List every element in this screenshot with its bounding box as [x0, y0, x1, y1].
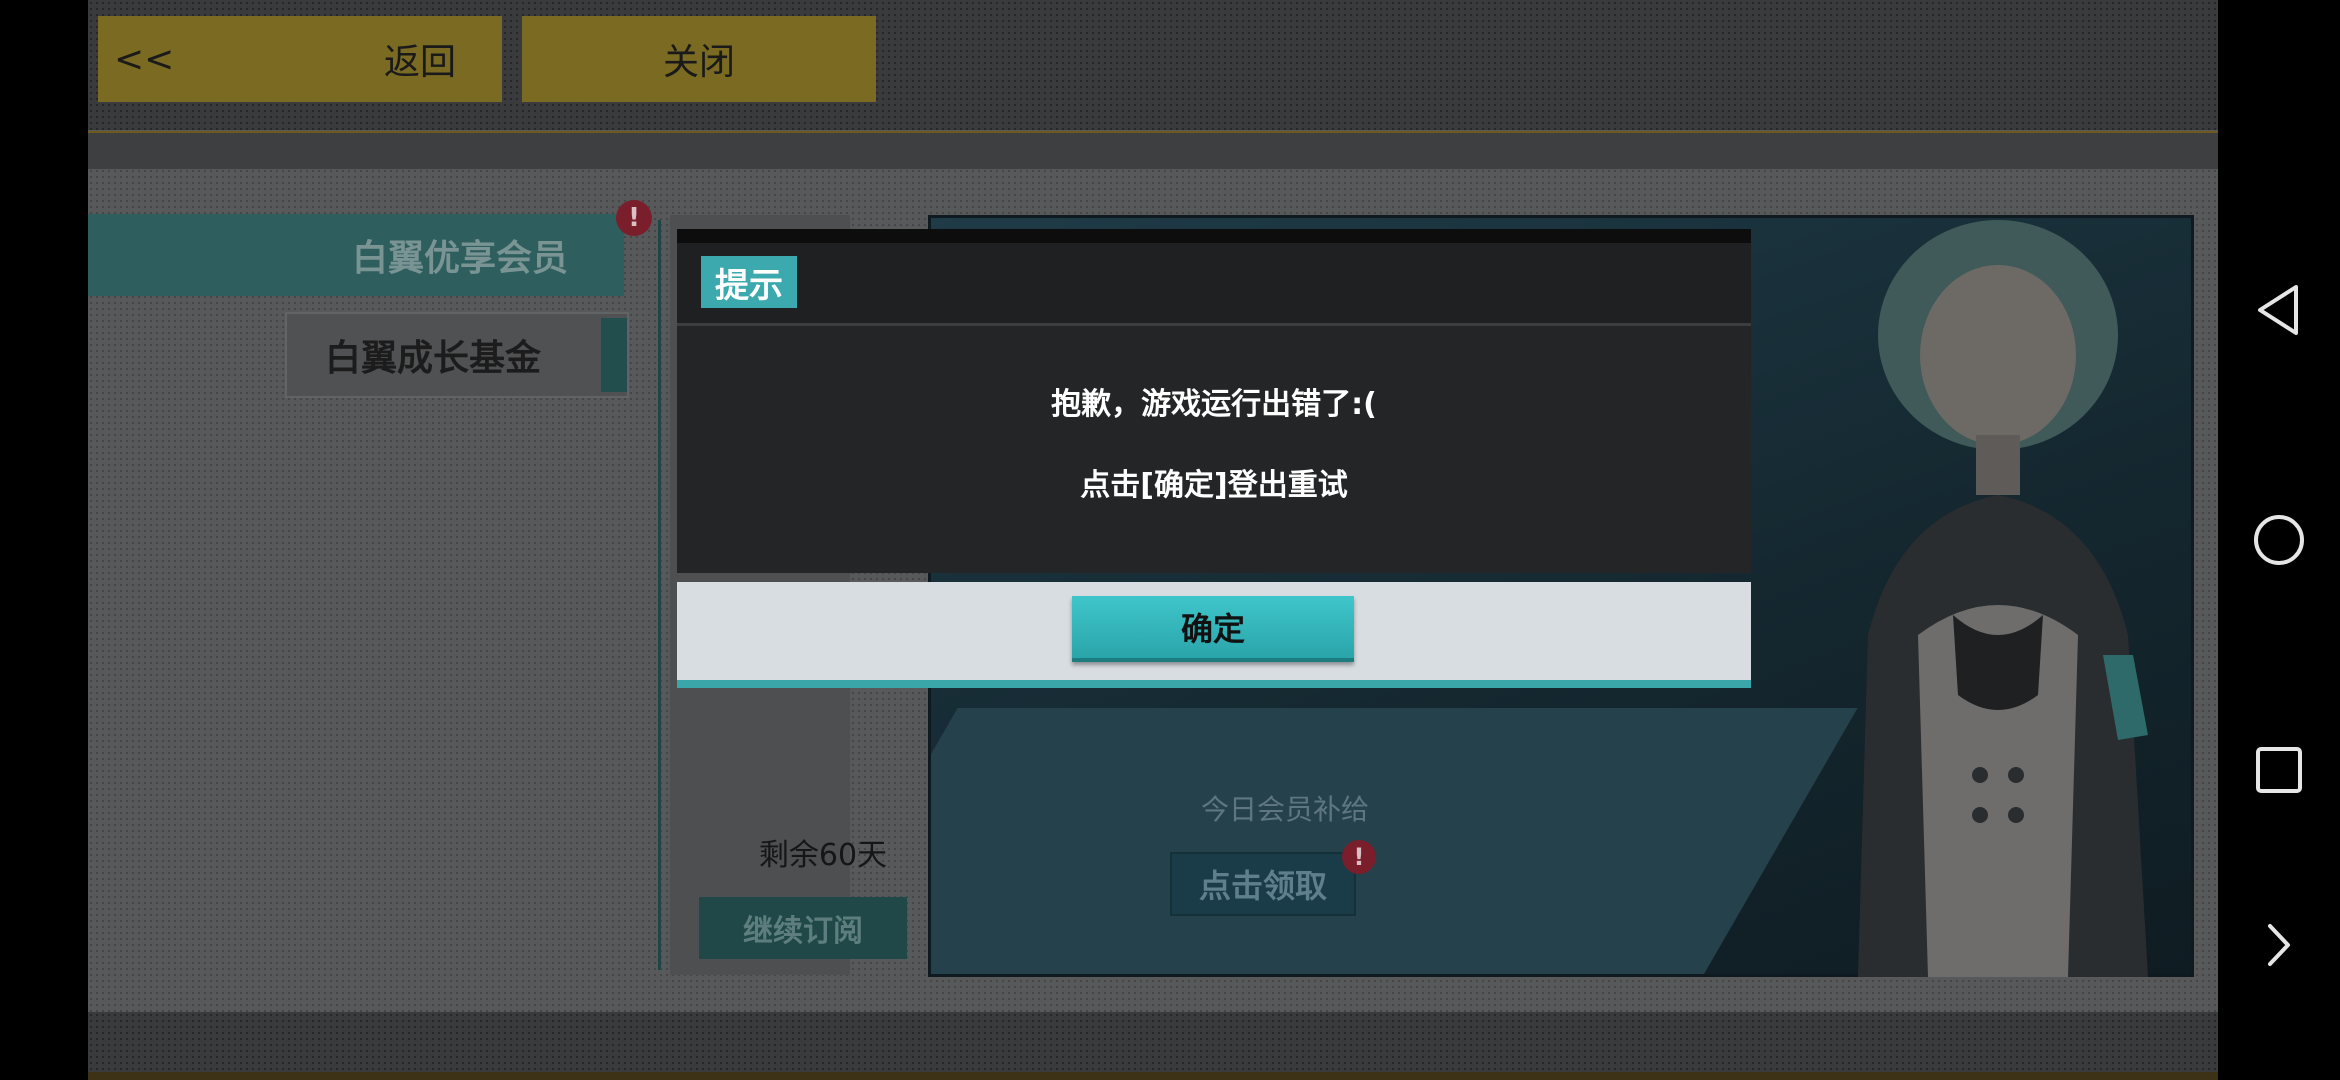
- claim-label: 点击领取: [1198, 867, 1327, 905]
- back-label: 返回: [384, 42, 457, 83]
- confirm-button[interactable]: 确定: [1072, 596, 1354, 662]
- daily-supply-label: 今日会员补给: [1200, 793, 1369, 826]
- notice-badge: !: [1342, 840, 1376, 874]
- notice-badge: !: [616, 200, 652, 236]
- character-illustration: [1858, 220, 2148, 977]
- dialog-title-bar: [677, 243, 1751, 323]
- top-strip: [88, 133, 2218, 169]
- retry-instruction: 点击[确定]登出重试: [1080, 468, 1348, 503]
- sidebar-item-member[interactable]: 白翼优享会员 !: [88, 200, 652, 296]
- bottom-bar: [88, 1012, 2218, 1072]
- sidebar-item-growth-fund[interactable]: 白翼成长基金: [285, 312, 629, 398]
- banner-stripe: [931, 708, 1858, 974]
- sidebar-item-label: 白翼成长基金: [325, 338, 542, 379]
- sidebar-item-label: 白翼优享会员: [351, 238, 568, 279]
- bottom-divider: [88, 1072, 2218, 1080]
- dialog-footer-accent: [677, 680, 1751, 688]
- dialog-separator: [677, 323, 1751, 326]
- claim-button[interactable]: 点击领取 !: [1170, 840, 1376, 916]
- home-circle-icon[interactable]: [2218, 495, 2340, 585]
- back-arrow-icon: <<: [114, 38, 175, 80]
- remaining-days: 剩余60天: [758, 838, 888, 873]
- renew-button[interactable]: 继续订阅: [699, 897, 907, 959]
- back-button[interactable]: << 返回: [98, 16, 502, 102]
- dialog-top-edge: [677, 229, 1751, 243]
- error-message: 抱歉，游戏运行出错了:(: [1051, 387, 1377, 422]
- dialog-title: 提示: [701, 256, 797, 308]
- error-dialog: 提示 抱歉，游戏运行出错了:( 点击[确定]登出重试 确定: [677, 229, 1751, 689]
- expand-chevron-icon[interactable]: [2218, 900, 2340, 990]
- panel-divider: [658, 220, 661, 970]
- close-button[interactable]: 关闭: [522, 16, 876, 102]
- back-triangle-icon[interactable]: [2218, 265, 2340, 355]
- tab-accent: [601, 318, 627, 392]
- recents-square-icon[interactable]: [2218, 725, 2340, 815]
